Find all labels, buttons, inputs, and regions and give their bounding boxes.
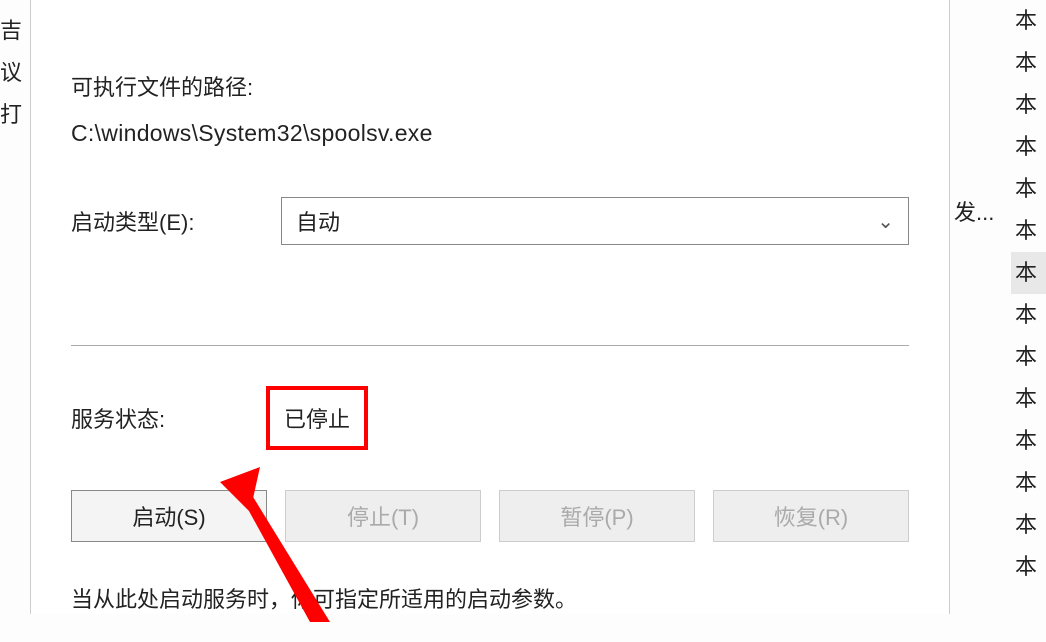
resume-button: 恢复(R) (713, 490, 909, 542)
list-item[interactable]: 本 (1011, 378, 1046, 420)
pause-button: 暂停(P) (499, 490, 695, 542)
background-left-text: 吉 议 打 (0, 0, 30, 136)
startup-type-label: 启动类型(E): (71, 205, 281, 237)
background-right-list: 本 本 本 本 本 本 本 本 本 本 本 本 本 本 (1011, 0, 1046, 588)
startup-type-dropdown[interactable]: 自动 ⌄ (281, 197, 909, 245)
chevron-down-icon: ⌄ (877, 209, 894, 234)
list-item[interactable]: 本 (1011, 546, 1046, 588)
service-status-label: 服务状态: (71, 402, 266, 434)
startup-params-note: 当从此处启动服务时，你可指定所适用的启动参数。 (71, 582, 909, 614)
list-item[interactable]: 本 (1011, 252, 1046, 294)
list-item[interactable]: 本 (1011, 210, 1046, 252)
list-item[interactable]: 本 (1011, 420, 1046, 462)
list-item[interactable]: 本 (1011, 42, 1046, 84)
list-item[interactable]: 本 (1011, 336, 1046, 378)
service-status-value: 已停止 (266, 386, 368, 450)
start-button[interactable]: 启动(S) (71, 490, 267, 542)
list-item[interactable]: 本 (1011, 0, 1046, 42)
list-item[interactable]: 本 (1011, 294, 1046, 336)
list-item[interactable]: 本 (1011, 126, 1046, 168)
executable-path-label: 可执行文件的路径: (71, 70, 909, 102)
executable-path-value: C:\windows\System32\spoolsv.exe (71, 120, 909, 147)
dropdown-selected-value: 自动 (296, 205, 340, 237)
list-item[interactable]: 本 (1011, 504, 1046, 546)
separator-line (71, 345, 909, 346)
list-item[interactable]: 本 (1011, 462, 1046, 504)
list-item[interactable]: 本 (1011, 84, 1046, 126)
service-properties-dialog: 果关闭该服务，则无法进行打印或查看打印机。 ˅ 可执行文件的路径: C:\win… (30, 0, 950, 614)
stop-button: 停止(T) (285, 490, 481, 542)
list-item[interactable]: 本 (1011, 168, 1046, 210)
background-middle-text: 发... (954, 195, 994, 227)
